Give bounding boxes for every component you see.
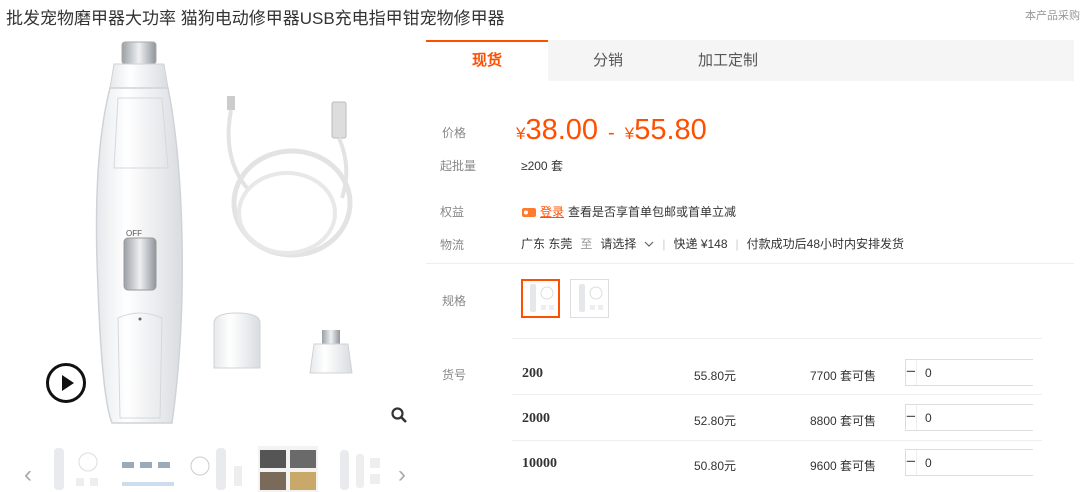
min-batch-value: ≥200 套	[521, 159, 563, 173]
sku-code: 2000	[522, 411, 550, 426]
login-link[interactable]: 登录	[540, 203, 564, 220]
thumbnail-2[interactable]	[118, 446, 178, 492]
quantity-stepper: − +	[905, 449, 1080, 476]
product-title: 批发宠物磨甲器大功率 猫狗电动修甲器USB充电指甲钳宠物修甲器	[6, 9, 505, 28]
logistics-label: 物流	[440, 238, 465, 252]
sku-label: 货号	[442, 368, 467, 382]
chevron-down-icon[interactable]	[644, 240, 654, 248]
sku-stock: 7700 套可售	[810, 369, 877, 383]
coupon-icon	[522, 207, 536, 217]
sku-price: 55.80元	[694, 369, 737, 383]
sku-code: 200	[522, 366, 543, 381]
price-label: 价格	[442, 126, 467, 140]
divider: |	[662, 236, 666, 251]
magnifier-icon	[391, 407, 407, 423]
quantity-stepper: − +	[905, 359, 1080, 386]
quantity-stepper: − +	[905, 404, 1080, 431]
sku-stock: 9600 套可售	[810, 459, 877, 473]
divider	[512, 338, 1042, 339]
benefits-text: 查看是否享首单包邮或首单立减	[568, 205, 737, 219]
thumbnail-4[interactable]	[258, 446, 318, 492]
quantity-input[interactable]	[915, 360, 1080, 385]
svg-text:OFF: OFF	[126, 229, 142, 238]
spec-option-2[interactable]	[570, 279, 609, 318]
price-separator: -	[608, 122, 615, 144]
chevron-right-icon[interactable]: ›	[398, 463, 406, 487]
sku-code: 10000	[522, 456, 557, 471]
minus-button[interactable]: −	[906, 360, 916, 385]
thumbnail-5[interactable]	[330, 446, 390, 492]
divider	[512, 440, 1042, 441]
thumbnail-1[interactable]	[46, 446, 106, 492]
chevron-left-icon[interactable]: ‹	[24, 463, 32, 487]
tab-custom[interactable]: 加工定制	[668, 40, 788, 81]
spec-option-1[interactable]	[521, 279, 560, 318]
ship-from: 广东 东莞	[521, 237, 573, 251]
price-range: ¥38.00- ¥55.80	[516, 114, 707, 147]
zoom-button[interactable]	[386, 402, 412, 428]
sku-stock: 8800 套可售	[810, 414, 877, 428]
tab-distribution[interactable]: 分销	[548, 40, 668, 81]
quantity-input[interactable]	[915, 450, 1080, 475]
destination-select[interactable]: 请选择	[600, 235, 636, 252]
sku-price: 52.80元	[694, 414, 737, 428]
min-batch-label: 起批量	[440, 159, 477, 173]
price-low: 38.00	[525, 114, 599, 146]
tab-bar: 现货 分销 加工定制	[426, 40, 1074, 81]
divider: |	[735, 236, 739, 251]
thumbnail-3[interactable]	[186, 446, 246, 492]
spec-label: 规格	[442, 294, 467, 308]
minus-button[interactable]: −	[906, 450, 916, 475]
play-video-button[interactable]	[46, 363, 86, 403]
divider	[512, 394, 1042, 395]
divider	[426, 263, 1074, 264]
quantity-input[interactable]	[915, 405, 1080, 430]
benefits-row: 登录 查看是否享首单包邮或首单立减	[521, 203, 736, 220]
price-high: 55.80	[634, 114, 707, 146]
play-icon	[62, 375, 74, 391]
logistics-row: 广东 东莞 至 请选择 | 快递 ¥148 | 付款成功后48小时内安排发货	[521, 235, 904, 252]
to-word: 至	[580, 237, 593, 251]
minus-button[interactable]: −	[906, 405, 916, 430]
top-note[interactable]: 本产品采购	[1025, 7, 1080, 23]
currency-symbol: ¥	[624, 124, 635, 143]
sku-price: 50.80元	[694, 459, 737, 473]
express-fee: 快递 ¥148	[673, 237, 728, 251]
tab-spot[interactable]: 现货	[426, 40, 548, 81]
shipping-note: 付款成功后48小时内安排发货	[746, 237, 905, 251]
benefits-label: 权益	[440, 205, 465, 219]
